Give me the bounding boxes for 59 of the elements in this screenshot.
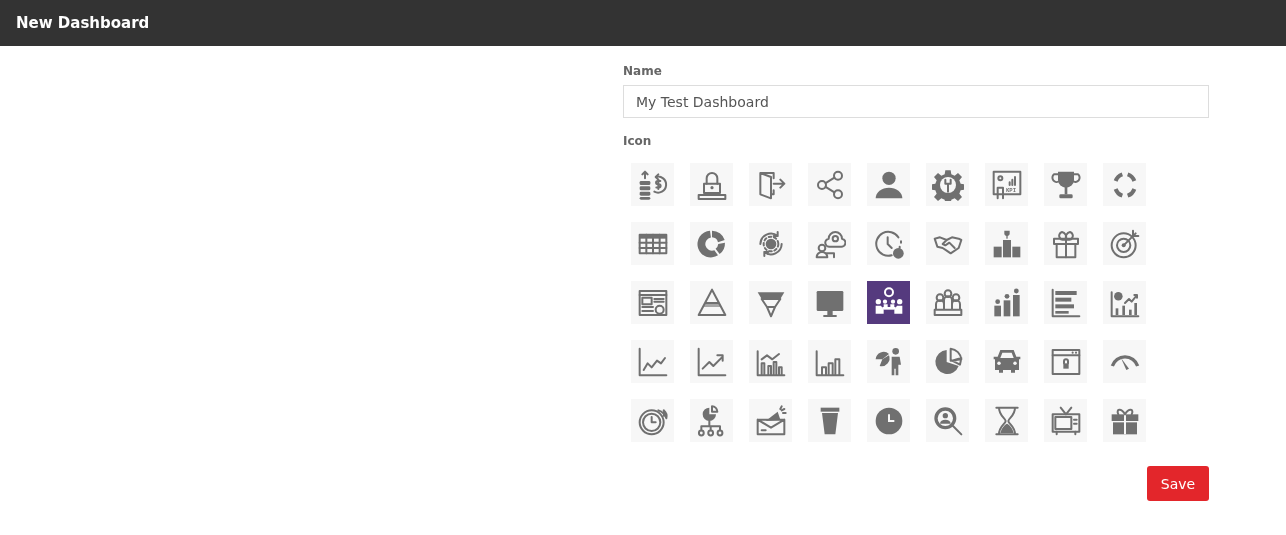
icon-option[interactable]: [690, 222, 733, 265]
icon-option[interactable]: [808, 222, 851, 265]
icon-option[interactable]: [690, 163, 733, 206]
save-button[interactable]: Save: [1147, 466, 1209, 501]
icon-option[interactable]: [631, 399, 674, 442]
page-title: New Dashboard: [16, 14, 150, 32]
icon-option[interactable]: [631, 340, 674, 383]
mail-megaphone-icon: [754, 404, 787, 437]
search-user-icon: [931, 404, 964, 437]
icon-option[interactable]: [985, 399, 1028, 442]
icon-option[interactable]: [690, 340, 733, 383]
icon-option[interactable]: [808, 399, 851, 442]
gear-icon: [931, 168, 964, 201]
icon-option[interactable]: [926, 163, 969, 206]
icon-option[interactable]: [867, 281, 910, 324]
icon-option[interactable]: [1103, 163, 1146, 206]
icon-option[interactable]: [985, 222, 1028, 265]
trend-chart-icon: [695, 345, 728, 378]
icon-option[interactable]: [926, 222, 969, 265]
icon-option[interactable]: [1103, 399, 1146, 442]
line-chart-icon: [636, 345, 669, 378]
icon-option[interactable]: [749, 222, 792, 265]
icon-option[interactable]: [808, 340, 851, 383]
icon-option[interactable]: [749, 163, 792, 206]
icon-option[interactable]: [1103, 340, 1146, 383]
icon-option[interactable]: [926, 340, 969, 383]
icon-option[interactable]: [926, 399, 969, 442]
icon-option[interactable]: [749, 281, 792, 324]
team-icon: [931, 286, 964, 319]
icon-option[interactable]: [690, 281, 733, 324]
icon-option[interactable]: [631, 222, 674, 265]
pyramid-icon: [695, 286, 728, 319]
icon-option[interactable]: [867, 163, 910, 206]
icon-option[interactable]: [926, 281, 969, 324]
icon-option[interactable]: [808, 163, 851, 206]
icon-option[interactable]: [1103, 222, 1146, 265]
tv-icon: [1049, 404, 1082, 437]
field-label: Icon: [623, 134, 653, 148]
icon-option[interactable]: [631, 281, 674, 324]
icon-option[interactable]: [1044, 222, 1087, 265]
icon-option[interactable]: [867, 222, 910, 265]
field-label: Name: [623, 64, 663, 78]
icon-option[interactable]: [690, 399, 733, 442]
icon-option[interactable]: [985, 340, 1028, 383]
icon-option[interactable]: [867, 340, 910, 383]
icon-option[interactable]: [985, 281, 1028, 324]
horizontal-bar-chart-icon: [1049, 286, 1082, 319]
icon-option[interactable]: [1044, 163, 1087, 206]
icon-option[interactable]: [1044, 281, 1087, 324]
icon-option[interactable]: [1044, 340, 1087, 383]
icon-option[interactable]: [1044, 399, 1087, 442]
target-icon: [1108, 227, 1141, 260]
icon-option[interactable]: [867, 399, 910, 442]
icon-option[interactable]: [631, 163, 674, 206]
icon-option[interactable]: [808, 281, 851, 324]
icon-option[interactable]: [749, 399, 792, 442]
icon-option[interactable]: [749, 340, 792, 383]
name-input-field[interactable]: My Test Dashboard: [623, 85, 1209, 118]
icon-option[interactable]: [1103, 281, 1146, 324]
